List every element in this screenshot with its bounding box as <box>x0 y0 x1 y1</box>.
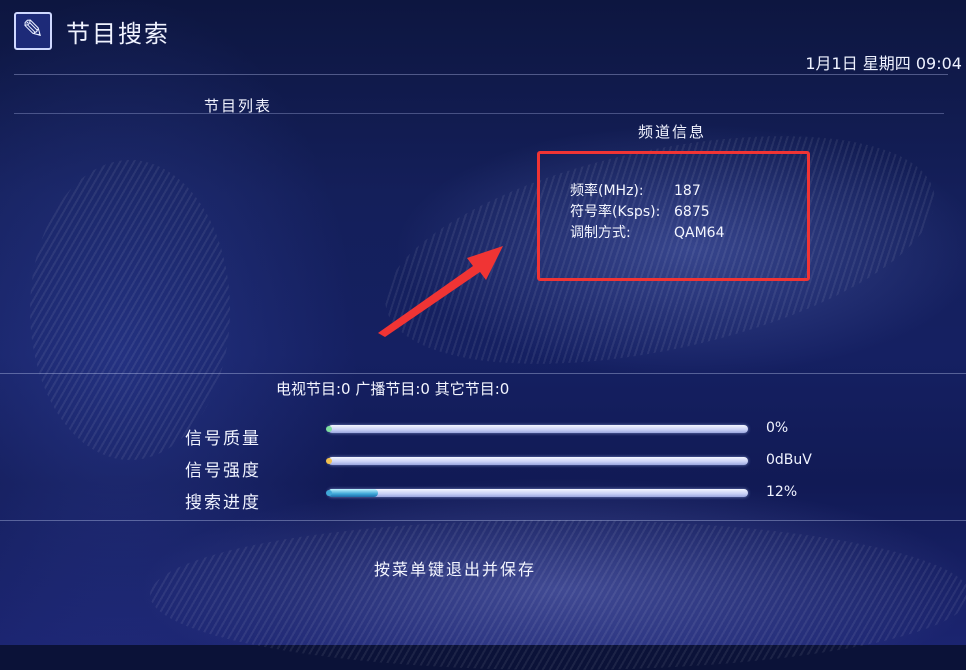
background-wave <box>150 520 966 670</box>
footer-divider <box>0 520 966 521</box>
symbol-rate-row: 符号率(Ksps): 6875 <box>570 201 710 221</box>
channel-info-header: 频道信息 <box>638 123 707 141</box>
frequency-row: 频率(MHz): 187 <box>570 180 701 200</box>
page-title: 节目搜索 <box>66 20 170 48</box>
search-progress-value: 12% <box>766 484 798 500</box>
channel-info-box: 频率(MHz): 187 符号率(Ksps): 6875 调制方式: QAM64 <box>537 151 810 281</box>
footer-hint: 按菜单键退出并保存 <box>374 560 537 579</box>
signal-quality-dot <box>326 426 332 432</box>
signal-quality-label: 信号质量 <box>185 429 261 449</box>
signal-quality-bar <box>326 425 748 433</box>
header-divider <box>14 113 944 114</box>
symbol-rate-value: 6875 <box>674 204 710 220</box>
frequency-value: 187 <box>674 183 701 199</box>
modulation-label: 调制方式: <box>570 225 631 241</box>
search-progress-label: 搜索进度 <box>185 493 261 513</box>
red-arrow-icon <box>378 246 503 337</box>
datetime: 1月1日 星期四 09:04 <box>805 54 962 73</box>
edit-icon: ✎ <box>14 12 52 50</box>
modulation-row: 调制方式: QAM64 <box>570 222 725 242</box>
symbol-rate-label: 符号率(Ksps): <box>570 204 661 220</box>
signal-strength-dot <box>326 458 332 464</box>
signal-strength-label: 信号强度 <box>185 461 261 481</box>
program-counts: 电视节目:0 广播节目:0 其它节目:0 <box>276 380 510 398</box>
tv-screen: ✎ 节目搜索 1月1日 星期四 09:04 节目列表 频道信息 频率(MHz):… <box>0 0 966 670</box>
search-progress-bar <box>326 489 748 497</box>
modulation-value: QAM64 <box>674 225 725 241</box>
signal-strength-value: 0dBuV <box>766 452 812 468</box>
signal-strength-bar <box>326 457 748 465</box>
frequency-label: 频率(MHz): <box>570 183 644 199</box>
search-progress-fill <box>328 489 379 497</box>
search-progress-dot <box>326 490 332 496</box>
panel-header: 节目列表 频道信息 <box>14 87 944 141</box>
section-divider <box>0 373 966 374</box>
signal-quality-value: 0% <box>766 420 789 436</box>
